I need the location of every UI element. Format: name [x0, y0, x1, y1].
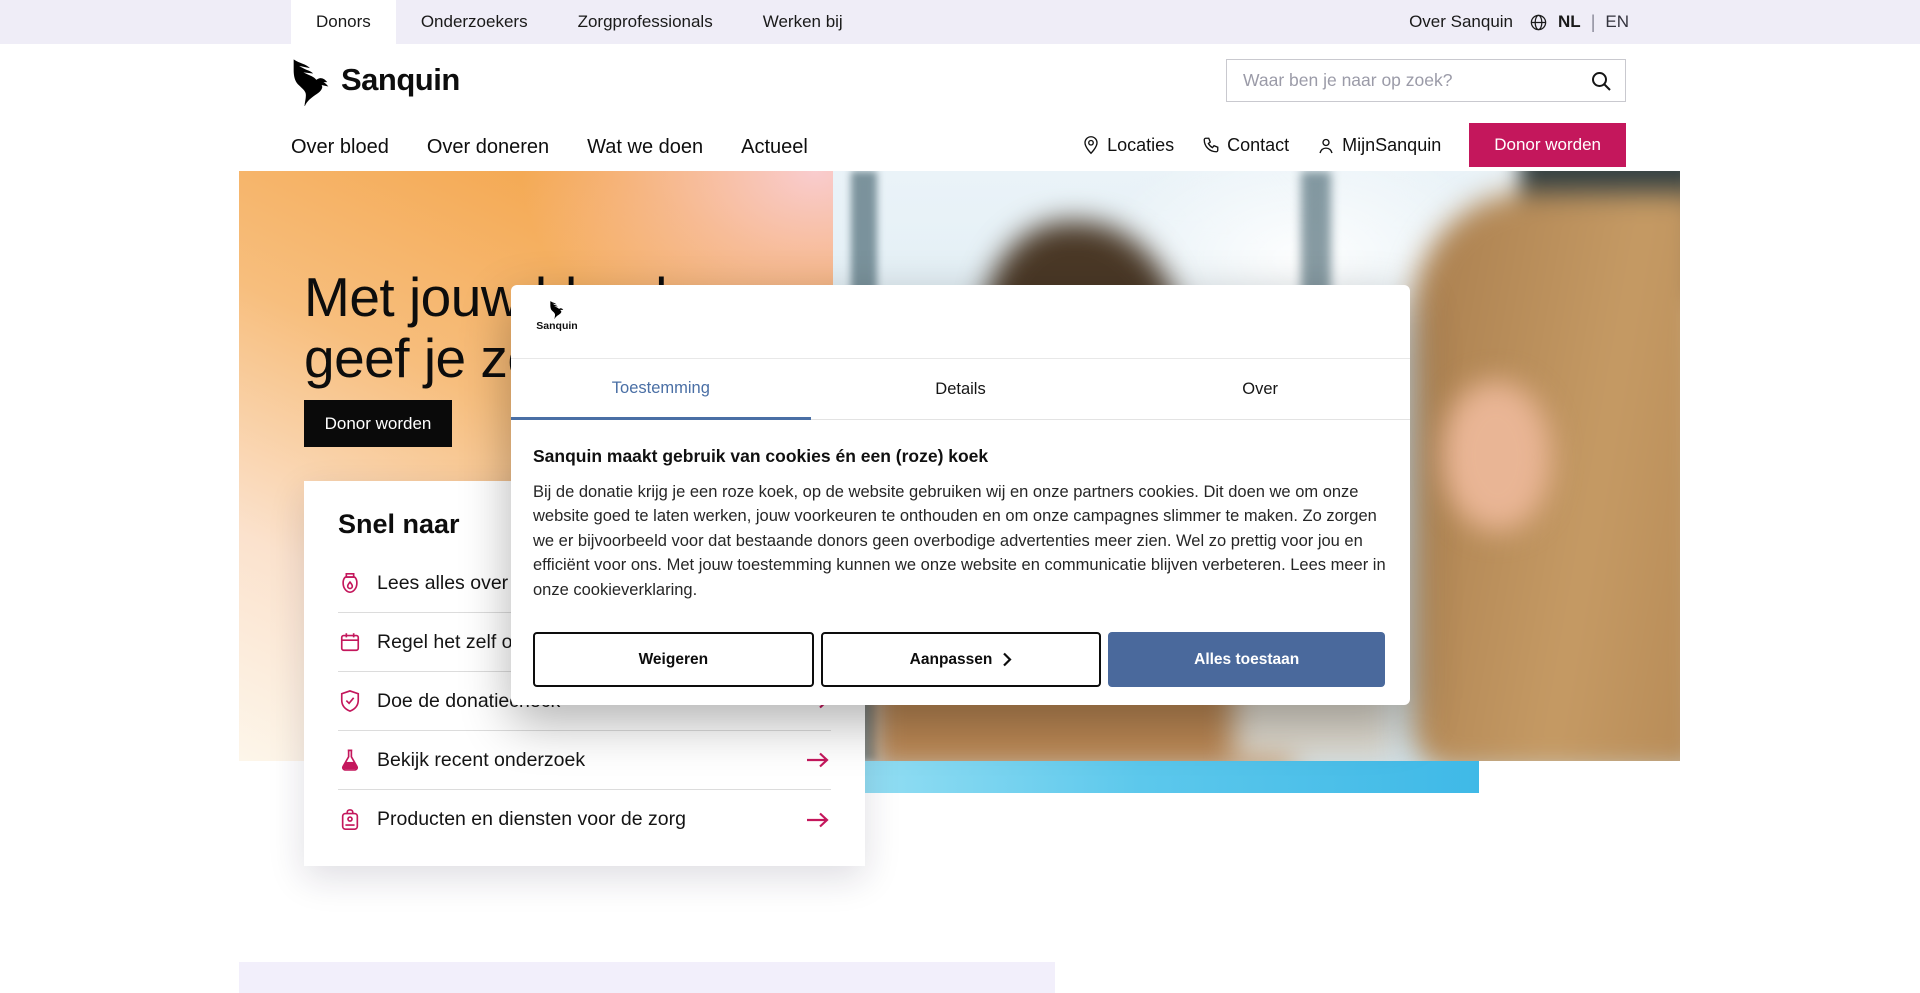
arrow-right-icon — [805, 811, 831, 829]
page: Donors Onderzoekers Zorgprofessionals We… — [0, 0, 1920, 993]
alles-toestaan-label: Alles toestaan — [1194, 651, 1299, 669]
brand-wordmark: Sanquin — [341, 62, 460, 98]
dialog-tabs: Toestemming Details Over — [511, 359, 1410, 420]
dialog-header: Sanquin — [511, 285, 1410, 359]
locaties-link[interactable]: Locaties — [1082, 135, 1174, 156]
toptab-donors[interactable]: Donors — [291, 0, 396, 44]
calendar-icon — [338, 630, 362, 654]
quicklink-label: Producten en diensten voor de zorg — [377, 808, 686, 831]
quicklink-onderzoek[interactable]: Bekijk recent onderzoek — [338, 731, 831, 790]
medical-box-icon — [338, 808, 362, 832]
map-pin-icon — [1082, 135, 1100, 155]
mijnsanquin-label: MijnSanquin — [1342, 135, 1441, 156]
lang-nl[interactable]: NL — [1558, 12, 1581, 32]
dialog-sanquin-logo: Sanquin — [535, 299, 579, 332]
quicklink-label: Bekijk recent onderzoek — [377, 749, 585, 772]
nav-over-bloed[interactable]: Over bloed — [291, 136, 389, 159]
globe-icon — [1529, 13, 1548, 32]
toptab-onderzoekers[interactable]: Onderzoekers — [396, 0, 553, 44]
shield-check-icon — [338, 689, 362, 713]
over-sanquin-link[interactable]: Over Sanquin — [1409, 12, 1513, 32]
cookie-body-text: Bij de donatie krijg je een roze koek, o… — [533, 480, 1389, 602]
site-header: Sanquin Over bloed Over doneren Wat we d… — [0, 44, 1920, 171]
lang-divider: | — [1591, 12, 1596, 33]
cookie-heading: Sanquin maakt gebruik van cookies én een… — [533, 446, 1384, 467]
pelican-logo-icon — [285, 54, 337, 106]
site-search — [1226, 59, 1626, 102]
locaties-label: Locaties — [1107, 135, 1174, 156]
main-nav: Over bloed Over doneren Wat we doen Actu… — [291, 136, 808, 159]
phone-icon — [1202, 136, 1220, 154]
dialog-brand-wordmark: Sanquin — [536, 320, 577, 332]
person-icon — [1317, 136, 1335, 155]
pelican-logo-icon — [547, 299, 567, 319]
tab-details[interactable]: Details — [811, 359, 1111, 420]
contact-link[interactable]: Contact — [1202, 135, 1289, 156]
nav-actueel[interactable]: Actueel — [741, 136, 808, 159]
hero-donor-worden-button[interactable]: Donor worden — [304, 400, 452, 447]
header-utility-links: Locaties Contact M — [1082, 123, 1626, 167]
mijnsanquin-link[interactable]: MijnSanquin — [1317, 135, 1441, 156]
dialog-buttons: Weigeren Aanpassen Alles toestaan — [533, 632, 1385, 687]
chevron-right-icon — [1002, 652, 1012, 667]
aanpassen-label: Aanpassen — [910, 651, 993, 669]
weigeren-button[interactable]: Weigeren — [533, 632, 814, 687]
dialog-content: Sanquin maakt gebruik van cookies én een… — [511, 420, 1410, 602]
search-input[interactable] — [1243, 70, 1589, 91]
quicklink-producten[interactable]: Producten en diensten voor de zorg — [338, 790, 831, 849]
search-icon[interactable] — [1589, 69, 1613, 93]
arrow-right-icon — [805, 751, 831, 769]
toptab-werken-bij[interactable]: Werken bij — [738, 0, 868, 44]
blood-bag-icon — [338, 571, 362, 595]
nav-over-doneren[interactable]: Over doneren — [427, 136, 549, 159]
aanpassen-button[interactable]: Aanpassen — [821, 632, 1102, 687]
nav-wat-we-doen[interactable]: Wat we doen — [587, 136, 703, 159]
lang-en[interactable]: EN — [1605, 12, 1629, 32]
donor-worden-button[interactable]: Donor worden — [1469, 123, 1626, 167]
sanquin-logo[interactable]: Sanquin — [285, 54, 460, 106]
audience-topbar: Donors Onderzoekers Zorgprofessionals We… — [0, 0, 1920, 44]
weigeren-label: Weigeren — [639, 651, 709, 669]
cyan-accent-strip — [864, 761, 1479, 793]
next-section-block — [239, 962, 1055, 993]
contact-label: Contact — [1227, 135, 1289, 156]
tab-toestemming[interactable]: Toestemming — [511, 359, 811, 420]
alles-toestaan-button[interactable]: Alles toestaan — [1108, 632, 1385, 687]
toptab-zorgprofessionals[interactable]: Zorgprofessionals — [553, 0, 738, 44]
tab-over[interactable]: Over — [1110, 359, 1410, 420]
flask-icon — [338, 748, 362, 772]
cookie-consent-dialog: Sanquin Toestemming Details Over Sanquin… — [511, 285, 1410, 705]
